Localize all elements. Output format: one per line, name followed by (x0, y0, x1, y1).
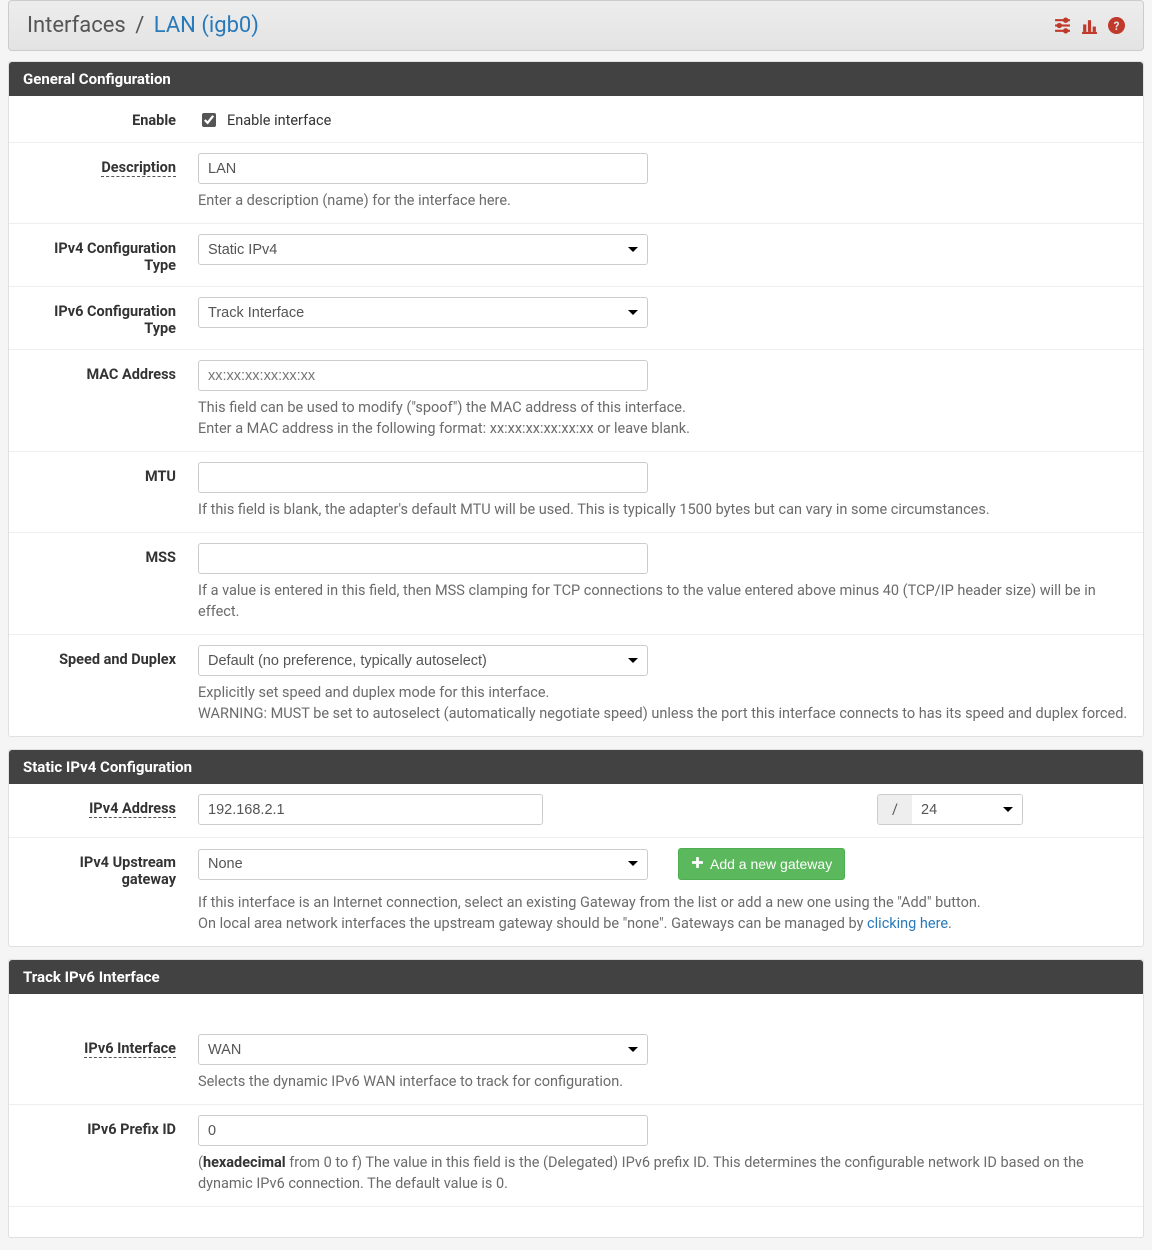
label-ipv6-type: IPv6 Configuration Type (23, 297, 198, 337)
help-speed: Explicitly set speed and duplex mode for… (198, 682, 1129, 724)
enable-checkbox[interactable] (202, 113, 216, 127)
enable-checkbox-label: Enable interface (227, 112, 331, 129)
panel-general: General Configuration Enable Enable inte… (8, 61, 1144, 737)
ipv6-prefix-input[interactable] (198, 1115, 648, 1146)
breadcrumb-active[interactable]: LAN (igb0) (154, 13, 259, 38)
breadcrumb-root[interactable]: Interfaces (27, 13, 126, 38)
label-description: Description (23, 153, 198, 176)
page-header: Interfaces / LAN (igb0) ? (8, 0, 1144, 51)
cidr-slash: / (878, 795, 912, 824)
help-mss: If a value is entered in this field, the… (198, 580, 1129, 622)
label-mtu: MTU (23, 462, 198, 485)
svg-text:?: ? (1114, 19, 1120, 33)
sliders-icon[interactable] (1054, 17, 1071, 34)
breadcrumb-separator: / (135, 13, 144, 38)
help-mtu: If this field is blank, the adapter's de… (198, 499, 1129, 520)
help-ipv6-interface: Selects the dynamic IPv6 WAN interface t… (198, 1071, 1129, 1092)
label-mac: MAC Address (23, 360, 198, 383)
label-ipv4-address: IPv4 Address (23, 794, 198, 817)
description-input[interactable] (198, 153, 648, 184)
add-gateway-label: Add a new gateway (710, 856, 832, 872)
label-mss: MSS (23, 543, 198, 566)
help-icon[interactable]: ? (1108, 17, 1125, 34)
panel-heading-general: General Configuration (9, 62, 1143, 96)
bar-chart-icon[interactable] (1081, 17, 1098, 34)
mtu-input[interactable] (198, 462, 648, 493)
label-ipv4-type: IPv4 Configuration Type (23, 234, 198, 274)
help-mac: This field can be used to modify ("spoof… (198, 397, 1129, 439)
add-gateway-button[interactable]: Add a new gateway (678, 848, 845, 880)
ipv4-type-select[interactable]: Static IPv4 (198, 234, 648, 265)
label-ipv4-gateway: IPv4 Upstream gateway (23, 848, 198, 888)
speed-select[interactable]: Default (no preference, typically autose… (198, 645, 648, 676)
mac-input[interactable] (198, 360, 648, 391)
ipv4-gateway-select[interactable]: None (198, 849, 648, 880)
gateway-manage-link[interactable]: clicking here (867, 915, 948, 932)
help-ipv4-gateway: If this interface is an Internet connect… (198, 892, 1129, 934)
help-description: Enter a description (name) for the inter… (198, 190, 1129, 211)
breadcrumb: Interfaces / LAN (igb0) (27, 13, 259, 38)
panel-static-ipv4: Static IPv4 Configuration IPv4 Address /… (8, 749, 1144, 947)
ipv6-type-select[interactable]: Track Interface (198, 297, 648, 328)
label-ipv6-prefix: IPv6 Prefix ID (23, 1115, 198, 1138)
ipv6-interface-select[interactable]: WAN (198, 1034, 648, 1065)
panel-track-ipv6: Track IPv6 Interface IPv6 Interface WAN … (8, 959, 1144, 1238)
label-ipv6-interface: IPv6 Interface (23, 1034, 198, 1057)
ipv4-address-input[interactable] (198, 794, 543, 825)
mss-input[interactable] (198, 543, 648, 574)
panel-heading-track-ipv6: Track IPv6 Interface (9, 960, 1143, 994)
panel-heading-static-ipv4: Static IPv4 Configuration (9, 750, 1143, 784)
plus-icon (691, 856, 704, 872)
label-enable: Enable (23, 106, 198, 129)
label-speed: Speed and Duplex (23, 645, 198, 668)
cidr-select[interactable]: 24 (912, 795, 1022, 824)
help-ipv6-prefix: (hexadecimal from 0 to f) The value in t… (198, 1152, 1129, 1194)
